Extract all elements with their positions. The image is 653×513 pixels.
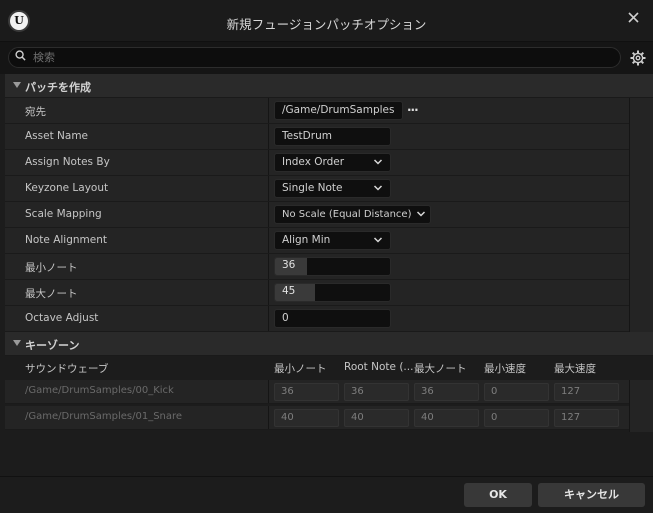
property-label: Note Alignment	[25, 234, 107, 246]
chevron-down-icon	[416, 211, 426, 217]
root-note-cell: 40	[344, 409, 409, 427]
reset-column	[629, 98, 653, 332]
property-row-octave-adjust: Octave Adjust 0	[5, 306, 629, 332]
max-note-cell: 36	[414, 383, 479, 401]
column-header-min-velocity: 最小速度	[484, 363, 526, 375]
collapse-arrow-icon[interactable]	[13, 340, 21, 346]
category-keyzones[interactable]: キーゾーン	[5, 332, 653, 356]
property-row-assign-notes-by: Assign Notes By Index Order	[5, 150, 629, 176]
reset-column	[629, 380, 653, 432]
column-divider[interactable]	[268, 176, 269, 201]
sound-wave-path: /Game/DrumSamples/01_Snare	[25, 411, 183, 422]
ok-button[interactable]: OK	[464, 483, 532, 507]
min-note-spinbox[interactable]: 36	[274, 257, 391, 276]
min-velocity-cell: 0	[484, 409, 549, 427]
keyzone-layout-dropdown[interactable]: Single Note	[274, 179, 391, 198]
cancel-button[interactable]: キャンセル	[538, 483, 645, 507]
column-header-root-note: Root Note (...	[344, 361, 414, 373]
column-divider[interactable]	[268, 280, 269, 305]
property-row-note-alignment: Note Alignment Align Min	[5, 228, 629, 254]
dialog-title: 新規フュージョンパッチオプション	[226, 17, 427, 32]
assign-notes-by-dropdown[interactable]: Index Order	[274, 153, 391, 172]
destination-field[interactable]: /Game/DrumSamples	[274, 101, 403, 120]
chevron-down-icon	[373, 185, 383, 191]
column-header-max-note: 最大ノート	[414, 363, 467, 375]
spinbox-value: 36	[282, 259, 296, 271]
property-label: Octave Adjust	[25, 312, 99, 324]
property-row-keyzone-layout: Keyzone Layout Single Note	[5, 176, 629, 202]
max-velocity-cell: 127	[554, 383, 619, 401]
column-divider[interactable]	[268, 306, 269, 331]
column-header-sound-wave: サウンドウェーブ	[25, 363, 109, 375]
column-divider[interactable]	[268, 98, 269, 123]
max-velocity-cell: 127	[554, 409, 619, 427]
column-divider[interactable]	[268, 228, 269, 253]
min-note-cell: 40	[274, 409, 339, 427]
column-divider[interactable]	[268, 380, 269, 403]
scale-mapping-dropdown[interactable]: No Scale (Equal Distance)	[274, 205, 431, 224]
property-row-max-note: 最大ノート 45	[5, 280, 629, 306]
property-label: 最小ノート	[25, 262, 78, 274]
dropdown-value: No Scale (Equal Distance)	[282, 209, 412, 220]
property-label: Scale Mapping	[25, 208, 102, 220]
property-label: 最大ノート	[25, 288, 78, 300]
column-header-min-note: 最小ノート	[274, 363, 327, 375]
max-note-spinbox[interactable]: 45	[274, 283, 391, 302]
dropdown-value: Align Min	[282, 234, 331, 246]
browse-button[interactable]: ...	[407, 100, 425, 118]
title-bar: U 新規フュージョンパッチオプション	[0, 0, 653, 42]
property-label: Assign Notes By	[25, 156, 110, 168]
search-row	[0, 42, 653, 74]
column-divider[interactable]	[268, 406, 269, 429]
max-note-cell: 40	[414, 409, 479, 427]
column-divider[interactable]	[268, 254, 269, 279]
close-button[interactable]	[628, 9, 639, 27]
property-row-destination: 宛先 /Game/DrumSamples ...	[5, 98, 629, 124]
dropdown-value: Single Note	[282, 182, 343, 194]
min-velocity-cell: 0	[484, 383, 549, 401]
column-divider[interactable]	[268, 202, 269, 227]
column-divider[interactable]	[268, 124, 269, 149]
dialog-footer: OK キャンセル	[0, 476, 653, 513]
asset-name-field[interactable]: TestDrum	[274, 127, 391, 146]
details-panel: パッチを作成 宛先 /Game/DrumSamples ... Asset Na…	[0, 74, 653, 476]
dropdown-value: Index Order	[282, 156, 345, 168]
column-header-max-velocity: 最大速度	[554, 363, 596, 375]
search-input[interactable]	[33, 50, 593, 65]
chevron-down-icon	[373, 159, 383, 165]
property-row-min-note: 最小ノート 36	[5, 254, 629, 280]
category-title: パッチを作成	[25, 81, 91, 94]
root-note-cell: 36	[344, 383, 409, 401]
keyzone-table-header: サウンドウェーブ 最小ノート Root Note (... 最大ノート 最小速度…	[5, 356, 629, 380]
chevron-down-icon	[373, 237, 383, 243]
collapse-arrow-icon[interactable]	[13, 82, 21, 88]
keyzone-row: /Game/DrumSamples/01_Snare 40 40 40 0 12…	[5, 406, 629, 430]
spinbox-value: 45	[282, 285, 296, 297]
category-title: キーゾーン	[25, 339, 80, 352]
search-box[interactable]	[8, 47, 621, 68]
property-label: Keyzone Layout	[25, 182, 109, 194]
property-label: Asset Name	[25, 130, 89, 142]
property-row-asset-name: Asset Name TestDrum	[5, 124, 629, 150]
property-row-scale-mapping: Scale Mapping No Scale (Equal Distance)	[5, 202, 629, 228]
min-note-cell: 36	[274, 383, 339, 401]
keyzone-row: /Game/DrumSamples/00_Kick 36 36 36 0 127	[5, 380, 629, 404]
octave-adjust-field[interactable]: 0	[274, 309, 391, 328]
category-create-patch[interactable]: パッチを作成	[5, 74, 653, 98]
sound-wave-path: /Game/DrumSamples/00_Kick	[25, 385, 174, 396]
column-divider[interactable]	[268, 150, 269, 175]
close-icon	[628, 12, 639, 23]
search-icon	[15, 50, 26, 61]
property-label: 宛先	[25, 106, 46, 118]
note-alignment-dropdown[interactable]: Align Min	[274, 231, 391, 250]
settings-gear-icon[interactable]	[630, 50, 646, 66]
